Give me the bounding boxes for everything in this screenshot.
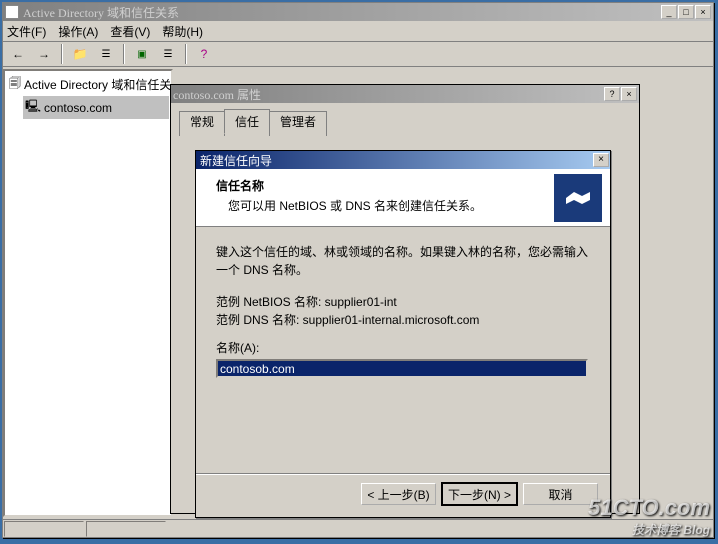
tree-panel[interactable]: 🗐 Active Directory 域和信任关系 🖳 contoso.com	[3, 69, 173, 517]
tab-trusts[interactable]: 信任	[224, 109, 270, 134]
domain-icon: 🖳	[25, 97, 41, 118]
toolbar: ← → 📁 ☰ ▣ ☰ ?	[3, 41, 713, 67]
status-cell	[86, 521, 166, 537]
toolbar-separator	[61, 44, 63, 64]
prop-title: contoso.com 属性	[173, 86, 604, 103]
tab-strip: 常规 信任 管理者	[179, 109, 326, 134]
up-button[interactable]: 📁	[69, 43, 91, 65]
tree-root[interactable]: 🗐 Active Directory 域和信任关系	[7, 73, 169, 96]
menu-view[interactable]: 查看(V)	[110, 23, 150, 40]
next-button[interactable]: 下一步(N) >	[442, 483, 517, 505]
divider	[196, 473, 610, 475]
handshake-icon	[554, 174, 602, 222]
wizard-body: 键入这个信任的域、林或领域的名称。如果键入林的名称，您必需输入一个 DNS 名称…	[196, 227, 610, 394]
status-cell	[4, 521, 84, 537]
back-button[interactable]: < 上一步(B)	[361, 483, 436, 505]
tree-node-label: contoso.com	[44, 101, 112, 115]
close-button[interactable]: ×	[593, 153, 609, 167]
wizard-buttons: < 上一步(B) 下一步(N) > 取消	[361, 483, 598, 505]
toolbar-separator	[185, 44, 187, 64]
name-label: 名称(A):	[216, 339, 590, 357]
minimize-button[interactable]: _	[661, 5, 677, 19]
menubar: 文件(F) 操作(A) 查看(V) 帮助(H)	[3, 21, 713, 41]
trust-name-input[interactable]	[216, 359, 588, 378]
status-bar	[3, 519, 713, 537]
help-button[interactable]: ?	[604, 87, 620, 101]
refresh-button[interactable]: ☰	[157, 43, 179, 65]
forward-button[interactable]: →	[33, 43, 55, 65]
export-button[interactable]: ▣	[131, 43, 153, 65]
close-button[interactable]: ×	[695, 5, 711, 19]
folder-icon: 🗐	[9, 74, 21, 95]
instruction-text: 键入这个信任的域、林或领域的名称。如果键入林的名称，您必需输入一个 DNS 名称…	[216, 243, 590, 279]
new-trust-wizard: 新建信任向导 × 信任名称 您可以用 NetBIOS 或 DNS 名来创建信任关…	[195, 150, 611, 518]
tab-managed-by[interactable]: 管理者	[269, 111, 327, 136]
tree-root-label: Active Directory 域和信任关系	[24, 76, 173, 93]
cancel-button[interactable]: 取消	[523, 483, 598, 505]
wizard-title: 新建信任向导	[200, 152, 593, 169]
example-dns: 范例 DNS 名称: supplier01-internal.microsoft…	[216, 311, 590, 329]
menu-file[interactable]: 文件(F)	[7, 23, 46, 40]
close-button[interactable]: ×	[621, 87, 637, 101]
back-button[interactable]: ←	[7, 43, 29, 65]
help-icon[interactable]: ?	[193, 43, 215, 65]
menu-help[interactable]: 帮助(H)	[162, 23, 203, 40]
main-title: Active Directory 域和信任关系	[23, 4, 661, 21]
tree-node-contoso[interactable]: 🖳 contoso.com	[23, 96, 169, 119]
main-titlebar: Active Directory 域和信任关系 _ □ ×	[3, 3, 713, 21]
maximize-button[interactable]: □	[678, 5, 694, 19]
wizard-header-title: 信任名称	[216, 177, 540, 194]
menu-action[interactable]: 操作(A)	[58, 23, 98, 40]
wizard-header: 信任名称 您可以用 NetBIOS 或 DNS 名来创建信任关系。	[196, 169, 610, 227]
wizard-titlebar: 新建信任向导 ×	[196, 151, 610, 169]
wizard-header-subtitle: 您可以用 NetBIOS 或 DNS 名来创建信任关系。	[228, 197, 540, 214]
tab-general[interactable]: 常规	[179, 111, 225, 136]
prop-titlebar: contoso.com 属性 ? ×	[171, 85, 639, 103]
example-netbios: 范例 NetBIOS 名称: supplier01-int	[216, 293, 590, 311]
toolbar-separator	[123, 44, 125, 64]
properties-button[interactable]: ☰	[95, 43, 117, 65]
app-icon	[5, 5, 19, 19]
